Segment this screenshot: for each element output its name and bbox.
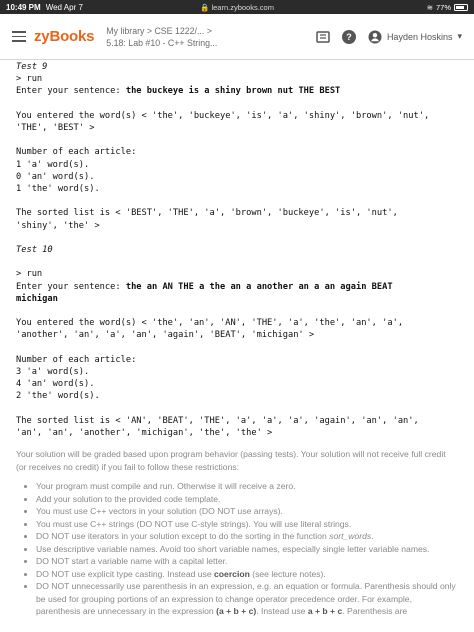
help-icon[interactable]: ? <box>341 29 356 44</box>
caret-down-icon: ▾ <box>457 31 462 41</box>
entered-words: You entered the word(s) < 'the', 'buckey… <box>16 110 430 121</box>
article-count: 2 'the' word(s). <box>16 391 100 402</box>
url-text: learn.zybooks.com <box>211 2 274 12</box>
entered-words: 'another', 'an', 'a', 'an', 'again', 'BE… <box>16 330 315 341</box>
rule-item: Your program must compile and run. Other… <box>36 480 458 493</box>
rule-item: Add your solution to the provided code t… <box>36 493 458 506</box>
sorted-list: The sorted list is < 'AN', 'BEAT', 'THE'… <box>16 415 419 426</box>
battery-icon <box>454 3 468 11</box>
article-count-header: Number of each article: <box>16 354 137 365</box>
sorted-list: 'shiny', 'the' > <box>16 220 100 231</box>
zybooks-logo[interactable]: zyBooks <box>34 28 94 45</box>
rule-item: You must use C++ vectors in your solutio… <box>36 505 458 518</box>
rule-item: DO NOT use explicit type casting. Instea… <box>36 568 458 581</box>
user-input: michigan <box>16 293 58 304</box>
user-icon <box>368 30 382 43</box>
rule-item: Use descriptive variable names. Avoid to… <box>36 543 458 556</box>
run-command: > run <box>16 269 43 280</box>
user-input: the buckeye is a shiny brown nut THE BES… <box>125 86 341 97</box>
breadcrumb-section[interactable]: 5.18: Lab #10 - C++ String... <box>106 37 217 49</box>
rule-item: You must use C++ strings (DO NOT use C-s… <box>36 518 458 531</box>
run-command: > run <box>16 74 43 85</box>
breadcrumb-library[interactable]: My library > CSE 1222/... > <box>106 25 217 37</box>
lab-content: Test 9 > run Enter your sentence: the bu… <box>0 61 474 618</box>
test-output: Test 9 > run Enter your sentence: the bu… <box>16 61 458 439</box>
rule-item: DO NOT unnecessarily use parenthesis in … <box>36 580 458 618</box>
article-count: 1 'the' word(s). <box>16 184 100 194</box>
entered-words: 'THE', 'BEST' > <box>16 123 95 133</box>
test-title: Test 9 <box>16 62 48 72</box>
status-bar: 10:49 PM Wed Apr 7 🔒 learn.zybooks.com ≋… <box>0 0 474 14</box>
breadcrumb[interactable]: My library > CSE 1222/... > 5.18: Lab #1… <box>106 25 217 49</box>
grading-intro: Your solution will be graded based upon … <box>16 449 446 472</box>
user-menu[interactable]: Hayden Hoskins ▾ <box>368 30 462 44</box>
app-header: zyBooks My library > CSE 1222/... > 5.18… <box>0 14 474 60</box>
test-title: Test 10 <box>16 244 53 255</box>
article-count: 4 'an' word(s). <box>16 379 95 390</box>
article-count-header: Number of each article: <box>16 147 137 158</box>
restrictions-list: Your program must compile and run. Other… <box>16 480 458 618</box>
rule-item: DO NOT start a variable name with a capi… <box>36 555 458 568</box>
sentence-prompt: Enter your sentence: the an AN THE a the… <box>16 281 393 292</box>
entered-words: You entered the word(s) < 'the', 'an', '… <box>16 318 404 329</box>
article-count: 1 'a' word(s). <box>16 159 90 170</box>
article-count: 0 'an' word(s). <box>16 171 95 182</box>
sorted-list: The sorted list is < 'BEST', 'THE', 'a',… <box>16 208 398 219</box>
user-name: Hayden Hoskins <box>386 31 453 42</box>
article-count: 3 'a' word(s). <box>16 366 90 377</box>
sentence-prompt: Enter your sentence: the buckeye is a sh… <box>16 86 341 97</box>
sorted-list: 'an', 'an', 'another', 'michigan', 'the'… <box>16 427 273 438</box>
url-bar[interactable]: 🔒 learn.zybooks.com <box>0 3 474 12</box>
rule-item: DO NOT use iterators in your solution ex… <box>36 530 458 543</box>
user-input: the an AN THE a the an a another an a an… <box>125 281 393 292</box>
menu-icon[interactable] <box>12 31 26 42</box>
book-icon[interactable] <box>316 30 330 44</box>
